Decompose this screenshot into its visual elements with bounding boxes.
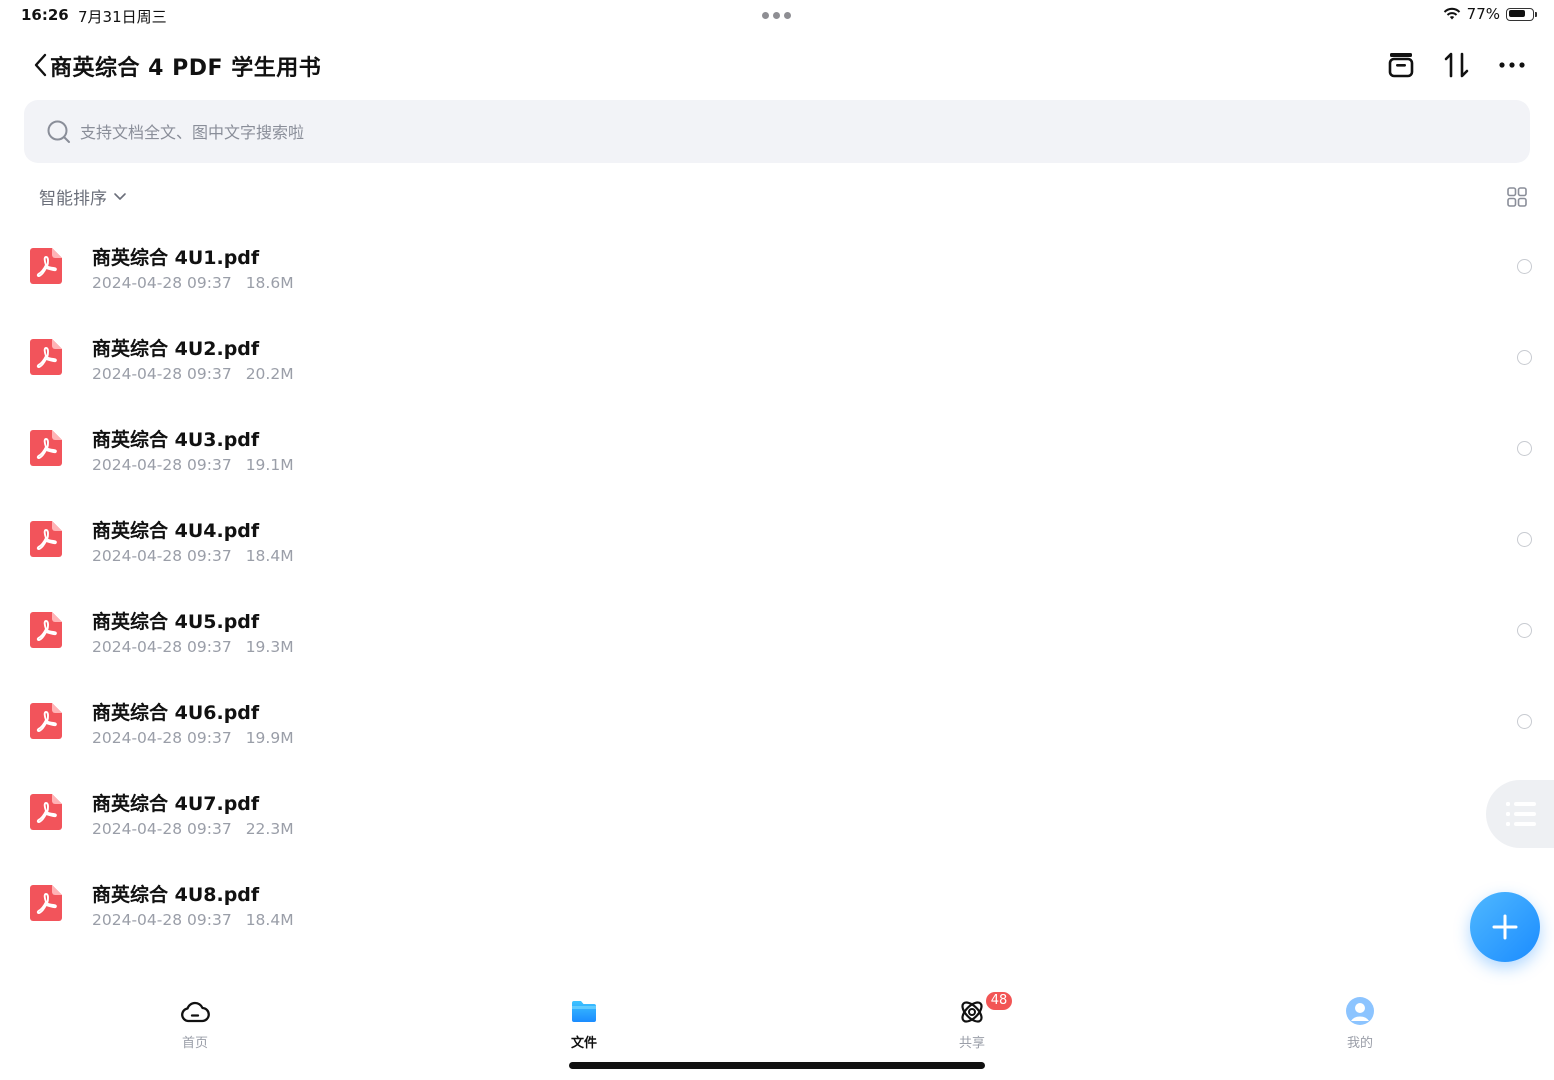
status-bar: 16:26 7月31日周三 77% (0, 0, 1554, 32)
file-name: 商英综合 4U2.pdf (92, 338, 260, 360)
add-button[interactable] (1470, 892, 1540, 962)
file-row[interactable]: 商英综合 4U6.pdf 2024-04-28 09:37 19.9M (0, 676, 1554, 767)
page-title: 商英综合 4 PDF 学生用书 (50, 56, 322, 81)
list-icon (1506, 802, 1536, 826)
chevron-down-icon (114, 192, 126, 200)
file-size: 19.3M (245, 638, 294, 656)
file-name: 商英综合 4U8.pdf (92, 884, 260, 906)
file-size: 20.2M (245, 365, 294, 383)
file-date: 2024-04-28 09:37 (92, 820, 232, 838)
pdf-file-icon (29, 520, 63, 558)
list-float-button[interactable] (1486, 780, 1554, 848)
file-meta: 2024-04-28 09:37 19.9M (92, 729, 294, 747)
tab-label: 我的 (1346, 1036, 1373, 1051)
file-row[interactable]: 商英综合 4U5.pdf 2024-04-28 09:37 19.3M (0, 585, 1554, 676)
battery-percent: 77% (1466, 5, 1500, 23)
pdf-file-icon (29, 611, 63, 649)
grid-view-icon[interactable] (1506, 186, 1528, 208)
select-radio[interactable] (1517, 350, 1532, 365)
pdf-file-icon (29, 247, 63, 285)
status-date: 7月31日周三 (78, 8, 167, 26)
file-date: 2024-04-28 09:37 (92, 638, 232, 656)
select-radio[interactable] (1517, 259, 1532, 274)
file-date: 2024-04-28 09:37 (92, 365, 232, 383)
file-meta: 2024-04-28 09:37 19.3M (92, 638, 294, 656)
file-date: 2024-04-28 09:37 (92, 911, 232, 929)
tab-label: 共享 (958, 1036, 985, 1051)
file-size: 19.1M (245, 456, 294, 474)
file-meta: 2024-04-28 09:37 18.4M (92, 547, 294, 565)
search-icon (47, 120, 70, 143)
tab-share[interactable]: 48 共享 (912, 990, 1032, 1060)
avatar-icon (1346, 997, 1374, 1025)
search-input[interactable] (78, 116, 1482, 148)
archive-icon[interactable] (1384, 48, 1418, 82)
pdf-file-icon (29, 338, 63, 376)
file-date: 2024-04-28 09:37 (92, 456, 232, 474)
file-meta: 2024-04-28 09:37 19.1M (92, 456, 294, 474)
file-meta: 2024-04-28 09:37 22.3M (92, 820, 294, 838)
file-row[interactable]: 商英综合 4U8.pdf 2024-04-28 09:37 18.4M (0, 858, 1554, 949)
tab-home[interactable]: 首页 (135, 990, 255, 1060)
sort-arrows-icon[interactable] (1440, 48, 1474, 82)
tab-files[interactable]: 文件 (524, 990, 644, 1060)
select-radio[interactable] (1517, 714, 1532, 729)
file-size: 18.6M (245, 274, 294, 292)
file-name: 商英综合 4U6.pdf (92, 702, 260, 724)
tab-label: 文件 (570, 1036, 597, 1051)
file-meta: 2024-04-28 09:37 18.4M (92, 911, 294, 929)
cloud-icon (181, 1001, 210, 1023)
file-meta: 2024-04-28 09:37 18.6M (92, 274, 294, 292)
tab-me[interactable]: 我的 (1300, 990, 1420, 1060)
file-row[interactable]: 商英综合 4U7.pdf 2024-04-28 09:37 22.3M (0, 767, 1554, 858)
folder-icon (572, 1001, 596, 1022)
plus-icon (1492, 914, 1518, 940)
chevron-left-icon[interactable] (32, 52, 50, 78)
file-row[interactable]: 商英综合 4U1.pdf 2024-04-28 09:37 18.6M (0, 221, 1554, 312)
file-name: 商英综合 4U4.pdf (92, 520, 260, 542)
file-name: 商英综合 4U5.pdf (92, 611, 260, 633)
tab-label: 首页 (181, 1036, 208, 1051)
pdf-file-icon (29, 793, 63, 831)
file-size: 18.4M (245, 547, 294, 565)
file-date: 2024-04-28 09:37 (92, 729, 232, 747)
file-name: 商英综合 4U7.pdf (92, 793, 260, 815)
file-date: 2024-04-28 09:37 (92, 274, 232, 292)
file-row[interactable]: 商英综合 4U4.pdf 2024-04-28 09:37 18.4M (0, 494, 1554, 585)
more-icon[interactable] (1495, 48, 1529, 82)
file-size: 22.3M (245, 820, 294, 838)
file-row[interactable]: 商英综合 4U2.pdf 2024-04-28 09:37 20.2M (0, 312, 1554, 403)
pdf-file-icon (29, 884, 63, 922)
file-name: 商英综合 4U1.pdf (92, 247, 260, 269)
file-size: 18.4M (245, 911, 294, 929)
file-row[interactable]: 商英综合 4U3.pdf 2024-04-28 09:37 19.1M (0, 403, 1554, 494)
file-name: 商英综合 4U3.pdf (92, 429, 260, 451)
select-radio[interactable] (1517, 532, 1532, 547)
multitasking-dots-icon[interactable] (762, 12, 791, 19)
status-time: 16:26 (21, 6, 69, 24)
file-date: 2024-04-28 09:37 (92, 547, 232, 565)
select-radio[interactable] (1517, 441, 1532, 456)
file-size: 19.9M (245, 729, 294, 747)
sort-dropdown[interactable]: 智能排序 (39, 184, 127, 209)
header: 商英综合 4 PDF 学生用书 (0, 40, 1554, 90)
select-radio[interactable] (1517, 623, 1532, 638)
pdf-file-icon (29, 702, 63, 740)
wifi-icon (1443, 7, 1460, 20)
battery-icon (1506, 7, 1537, 21)
sort-label: 智能排序 (39, 189, 107, 209)
pdf-file-icon (29, 429, 63, 467)
search-bar[interactable] (24, 100, 1530, 163)
status-right: 77% (1443, 5, 1537, 23)
home-indicator (569, 1062, 985, 1069)
notification-badge: 48 (984, 990, 1014, 1012)
file-meta: 2024-04-28 09:37 20.2M (92, 365, 294, 383)
